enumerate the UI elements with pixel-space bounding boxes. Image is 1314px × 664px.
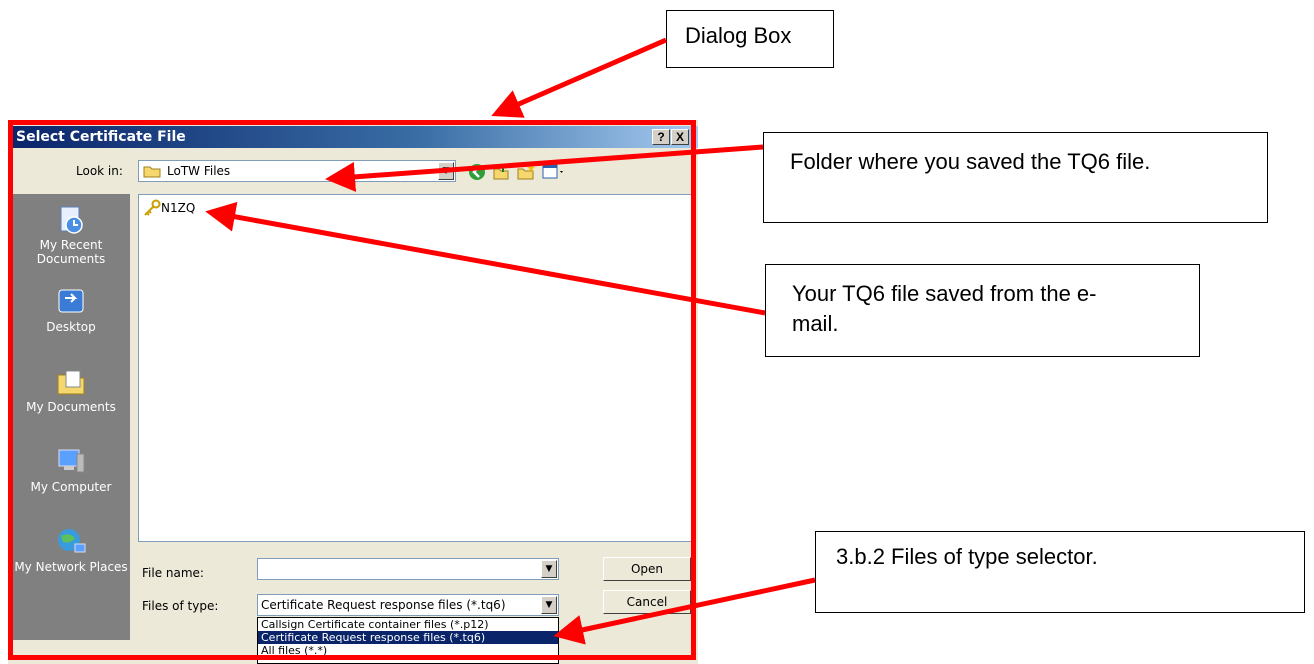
dropdown-option[interactable]: Callsign Certificate container files (*.… [258, 618, 558, 631]
recent-documents-icon [55, 204, 87, 236]
place-label: My Computer [30, 480, 112, 494]
close-button[interactable]: X [671, 129, 689, 145]
dialog-title: Select Certificate File [8, 126, 698, 148]
certificate-key-icon [143, 199, 161, 222]
place-label: My Network Places [14, 560, 128, 574]
help-button[interactable]: ? [652, 129, 670, 145]
look-in-value: LoTW Files [167, 164, 231, 178]
file-name-label: File name: [142, 566, 204, 580]
desktop-icon [55, 286, 87, 318]
place-label: My Recent Documents [36, 238, 106, 266]
dropdown-option[interactable]: All files (*.*) [258, 644, 558, 657]
callout-dialog-box: Dialog Box [666, 10, 834, 68]
chevron-down-icon[interactable]: ▼ [541, 560, 557, 578]
place-network[interactable]: My Network Places [12, 526, 130, 574]
files-of-type-value: Certificate Request response files (*.tq… [261, 598, 506, 612]
place-recent-documents[interactable]: My Recent Documents [12, 204, 130, 266]
my-computer-icon [55, 446, 87, 478]
new-folder-icon[interactable] [516, 163, 536, 186]
places-bar: My Recent Documents Desktop My Documents… [12, 194, 130, 640]
file-list[interactable]: N1ZQ [138, 194, 692, 542]
network-places-icon [55, 526, 87, 558]
place-my-computer[interactable]: My Computer [12, 446, 130, 494]
callout-folder: Folder where you saved the TQ6 file. [763, 132, 1268, 223]
place-desktop[interactable]: Desktop [12, 286, 130, 334]
place-label: Desktop [46, 320, 96, 334]
file-name: N1ZQ [161, 201, 196, 215]
chevron-down-icon[interactable]: ▼ [541, 596, 557, 614]
back-icon[interactable] [468, 163, 486, 186]
files-of-type-label: Files of type: [142, 599, 219, 613]
select-certificate-dialog: Select Certificate File ? X Look in: LoT… [8, 120, 698, 664]
cancel-button[interactable]: Cancel [603, 590, 691, 614]
up-folder-icon[interactable] [492, 163, 510, 186]
open-button[interactable]: Open [603, 557, 691, 581]
files-of-type-dropdown[interactable]: Callsign Certificate container files (*.… [257, 617, 559, 664]
callout-files-of-type: 3.b.2 Files of type selector. [815, 531, 1305, 613]
look-in-combo[interactable]: LoTW Files ▼ [138, 160, 456, 182]
place-my-documents[interactable]: My Documents [12, 366, 130, 414]
chevron-down-icon[interactable]: ▼ [438, 162, 454, 180]
look-in-label: Look in: [76, 164, 123, 178]
files-of-type-select[interactable]: Certificate Request response files (*.tq… [257, 594, 559, 616]
callout-tq6-file: Your TQ6 file saved from the e-mail. [765, 264, 1200, 357]
my-documents-icon [55, 366, 87, 398]
place-label: My Documents [26, 400, 116, 414]
dropdown-option-selected[interactable]: Certificate Request response files (*.tq… [258, 631, 558, 644]
view-menu-icon[interactable] [542, 163, 566, 186]
folder-icon [143, 164, 161, 184]
arrow-dialog-box [491, 37, 667, 118]
file-name-input[interactable]: ▼ [257, 558, 559, 580]
